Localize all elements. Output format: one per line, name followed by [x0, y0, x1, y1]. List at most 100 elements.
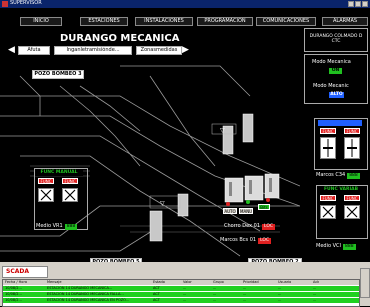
menu-comunicaciones[interactable]: COMUNICACIONES [256, 17, 316, 26]
cell: ... [213, 298, 217, 302]
fan-icon [344, 205, 360, 219]
right-top-func-button-1[interactable]: FUNC [320, 128, 336, 134]
window-titlebar: SUPERVISOR [0, 0, 370, 8]
cell: ESTACION 14 DURANGO MECANICA... [47, 286, 113, 290]
col-header: Grupo [213, 280, 224, 284]
col-header: Usuario [278, 280, 292, 284]
right-top-value: 888 [347, 173, 360, 179]
page-title: DURANGO MECANICA [60, 33, 180, 44]
cell: 10/08/2... [5, 286, 22, 290]
logo: SCADA [2, 266, 48, 278]
left-value: 888 [64, 224, 78, 230]
right-bottom-value-label: Medio VCI [316, 243, 341, 249]
mid-value-2: LOC [258, 238, 272, 244]
left-info-box: Afuta [18, 46, 50, 55]
right-info-box: Zonasmedidas [136, 46, 182, 55]
fan-icon [320, 205, 336, 219]
cell: ESTACION 14 DURANGO MECANICA FALLA... [47, 292, 124, 296]
table-row[interactable]: 10/08/2... ESTACION 14 DURANGO MECANICA … [3, 298, 359, 303]
station-info-line2: CTC [331, 39, 341, 44]
left-func-button-2[interactable]: FUNC [62, 178, 78, 184]
bits-indicator: Bits [258, 204, 270, 210]
cell: ... [278, 292, 282, 296]
cell: ... [243, 298, 247, 302]
mode-indicator[interactable]: ON [329, 68, 342, 74]
col-header: Fecha / Hora [5, 280, 28, 284]
menu-instalaciones[interactable]: INSTALACIONES [135, 17, 193, 26]
mid-value-label-1: Chorro Dex 01 [224, 223, 261, 229]
maximize-button[interactable] [355, 1, 361, 7]
window-title: SUPERVISOR [10, 0, 42, 6]
right-bottom-control-title: FUNC VARIAB [318, 187, 364, 193]
cell: ... [213, 292, 217, 296]
menu-estaciones[interactable]: ESTACIONES [80, 17, 128, 26]
cell: ... [213, 286, 217, 290]
table-header: Fecha / Hora Mensaje Estado Valor Grupo … [3, 280, 359, 285]
fan-icon [62, 188, 78, 202]
col-header: Mensaje [47, 280, 62, 284]
col-header: Ack [313, 280, 320, 284]
scroll-right-button[interactable] [360, 268, 370, 298]
cell: ... [313, 292, 317, 296]
right-top-value-label: Marcos C34 [316, 172, 346, 178]
mid-value-row-1: Chorro Dex 01 LOC [224, 223, 276, 230]
app-icon [2, 1, 8, 7]
menu-programacion[interactable]: PROGRAMACION [197, 17, 253, 26]
svg-text:▽: ▽ [220, 127, 225, 134]
right-bottom-value-row: Medio VCI 888 [316, 243, 356, 250]
fan-icon [38, 188, 54, 202]
cell: 10/08/2... [5, 292, 22, 296]
left-value-label: Medio VR1 [36, 223, 63, 229]
cell: ... [183, 298, 187, 302]
manu-button[interactable]: MANU [239, 208, 253, 214]
right-top-value-row: Marcos C34 888 [316, 172, 360, 179]
station-info-panel: DURANGO COLMADO D CTC [304, 28, 368, 52]
left-func-button-1[interactable]: FUNC [38, 178, 54, 184]
right-bottom-func-button-1[interactable]: FUNC [320, 195, 336, 201]
right-bottom-value: 888 [343, 244, 356, 250]
auto-button[interactable]: AUTO [223, 208, 237, 214]
cell: ... [313, 286, 317, 290]
cell: ACT [153, 292, 160, 296]
left-control-title: FUNC MANUAL [35, 170, 83, 176]
prev-arrow-icon[interactable]: ◀ [8, 45, 15, 55]
menu-alarmas[interactable]: ALARMAS [322, 17, 368, 26]
cell: ACT [153, 286, 160, 290]
col-header: Estado [153, 280, 165, 284]
mid-value-label-2: Marcos Bcs 01 [220, 237, 257, 243]
right-bottom-func-button-2[interactable]: FUNC [344, 195, 360, 201]
cell: ... [183, 286, 187, 290]
cell: ... [243, 286, 247, 290]
station-label-pozo3[interactable]: POZO BOMBEO 3 [32, 70, 84, 79]
mid-value-1: LOC [262, 224, 276, 230]
right-top-control-header [318, 120, 362, 126]
table-row[interactable]: 10/08/2... ESTACION 14 DURANGO MECANICA.… [3, 286, 359, 291]
sub-mode-indicator[interactable]: ALTO [329, 92, 344, 98]
left-value-row: Medio VR1 888 [36, 223, 78, 230]
cell: ... [313, 298, 317, 302]
col-header: Valor [183, 280, 192, 284]
slider-icon[interactable] [344, 137, 360, 159]
cell: ... [183, 292, 187, 296]
menu-inicio[interactable]: INICIO [20, 17, 62, 26]
minimize-button[interactable] [348, 1, 354, 7]
slider-icon[interactable] [320, 137, 336, 159]
next-arrow-icon[interactable]: ▶ [182, 45, 189, 55]
table-row[interactable]: 10/08/2... ESTACION 14 DURANGO MECANICA … [3, 292, 359, 297]
cell: 10/08/2... [5, 298, 22, 302]
schematic-diagram: ▽ ▽ [0, 65, 300, 257]
alarm-table[interactable]: Fecha / Hora Mensaje Estado Valor Grupo … [2, 279, 360, 307]
mid-value-row-2: Marcos Bcs 01 LOC [220, 237, 272, 244]
svg-text:▽: ▽ [160, 200, 165, 207]
close-button[interactable] [362, 1, 368, 7]
mode-label: Modo Mecanica [312, 59, 351, 65]
logo-text: SCADA [6, 268, 29, 275]
col-header: Prioridad [243, 280, 259, 284]
right-top-func-button-2[interactable]: FUNC [344, 128, 360, 134]
cell: ... [278, 286, 282, 290]
cell: ESTACION 14 DURANGO MECANICA EN POZO... [47, 298, 130, 302]
mid-info-box: Inganletramisiónde... [54, 46, 132, 55]
cell: ... [278, 298, 282, 302]
cell: ACT [153, 298, 160, 302]
cell: ... [243, 292, 247, 296]
